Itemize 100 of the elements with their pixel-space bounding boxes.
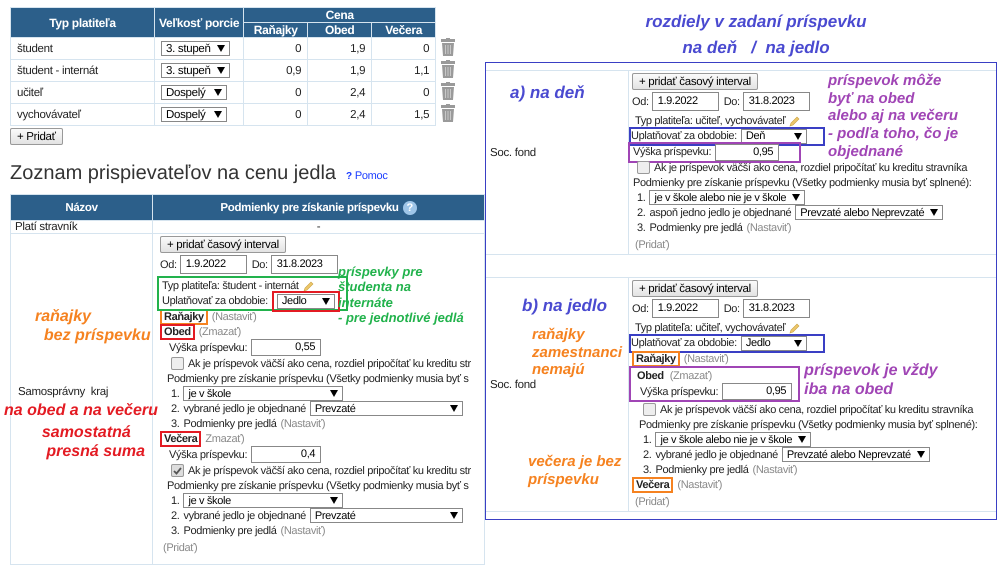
meal-action-link[interactable]: (Nastaviť)	[684, 352, 728, 364]
add-link[interactable]: (Pridať)	[635, 238, 670, 250]
condition-number: 3.	[637, 222, 646, 234]
amount-field[interactable]: 0,95	[715, 144, 780, 160]
set-link[interactable]: (Nastaviť)	[280, 524, 326, 536]
condition-number: 1.	[171, 388, 180, 400]
date-field[interactable]: 31.8.2023	[742, 92, 810, 111]
date-field[interactable]: 31.8.2023	[270, 255, 338, 274]
set-link[interactable]: (Nastaviť)	[752, 464, 798, 476]
meal-action-link[interactable]: (Nastaviť)	[677, 478, 722, 490]
dropdown[interactable]: je v škole alebo nie je v škole	[655, 432, 812, 447]
amount-field[interactable]: 0,95	[722, 383, 792, 400]
price-value: 2,4	[350, 108, 366, 120]
add-button[interactable]: + Pridať	[10, 128, 63, 145]
condition-label: vybrané jedlo je objednané	[183, 510, 306, 522]
date-field[interactable]: 1.9.2022	[180, 255, 247, 274]
trash-icon[interactable]	[441, 104, 456, 122]
dropdown[interactable]: Deň	[740, 128, 807, 144]
help-link[interactable]: Pomoc	[354, 170, 388, 182]
dropdown[interactable]: Prevzaté	[310, 508, 463, 523]
dropdown[interactable]: 3. stupeň	[161, 63, 230, 78]
dropdown[interactable]: Dospelý	[161, 85, 227, 100]
caret-icon	[216, 45, 225, 52]
dropdown[interactable]: je v škole	[183, 493, 344, 508]
dropdown[interactable]: je v škole	[183, 386, 344, 401]
price-value: 0	[295, 86, 302, 98]
to-label: Do:	[724, 96, 740, 108]
dropdown[interactable]: Prevzaté	[310, 401, 463, 416]
condition-number: 2.	[171, 402, 180, 414]
dropdown[interactable]: Jedlo	[740, 336, 807, 350]
date-field[interactable]: 1.9.2022	[652, 299, 719, 318]
add-link[interactable]: (Pridať)	[635, 496, 670, 508]
dropdown[interactable]: Jedlo	[276, 294, 335, 308]
pencil-icon[interactable]	[789, 114, 802, 126]
meal-action-link[interactable]: (Zmazať)	[198, 326, 241, 338]
column-header: Podmienky pre získanie príspevku	[220, 202, 399, 214]
caret-icon	[792, 194, 800, 201]
meal-action-link[interactable]: Zmazať)	[205, 432, 244, 444]
credit-option-label: Ak je príspevok väčší ako cena, rozdiel pripočítať ku kreditu stravníka	[660, 404, 974, 416]
price-value: 0	[423, 86, 430, 98]
checkbox[interactable]	[643, 403, 656, 416]
condition-label: Podmienky pre jedlá	[183, 418, 277, 430]
trash-icon[interactable]	[441, 38, 456, 56]
dropdown[interactable]: Dospelý	[161, 107, 227, 122]
from-label: Od:	[632, 302, 649, 314]
price-value: 0	[295, 42, 302, 54]
add-interval-button[interactable]: + pridať časový interval	[632, 73, 758, 90]
condition-number: 3.	[171, 418, 180, 430]
annotation-note: samostatná presná suma	[40, 424, 146, 462]
from-label: Od:	[632, 96, 649, 108]
payer-type-text: Typ platiteľa: učiteľ, vychovávateľ	[635, 114, 786, 126]
period-label: Uplatňovať za obdobie:	[162, 295, 268, 307]
contributor-name: Soc. fond	[490, 379, 536, 392]
help-mark[interactable]: ?	[346, 171, 352, 182]
condition-number: 2.	[643, 448, 652, 460]
condition-label: vybrané jedlo je objednané	[183, 402, 306, 414]
add-interval-button[interactable]: + pridať časový interval	[160, 236, 286, 253]
date-field[interactable]: 1.9.2022	[652, 92, 719, 111]
price-value: 1,9	[350, 64, 366, 76]
conditions-title: Podmienky pre získanie príspevku (Všetky podmienky musia byť s	[167, 480, 469, 492]
dropdown[interactable]: 3. stupeň	[161, 41, 230, 56]
credit-option-label: Ak je príspevok väčší ako cena, rozdiel pripočítať ku kreditu str	[188, 464, 471, 476]
amount-label: Výška príspevku:	[633, 146, 712, 158]
contributor-name: Soc. fond	[490, 147, 536, 160]
column-header: Typ platiteľa	[49, 16, 116, 30]
caret-icon	[330, 497, 338, 504]
trash-icon[interactable]	[441, 60, 456, 78]
price-value: 1,1	[414, 64, 430, 76]
trash-icon[interactable]	[441, 82, 456, 100]
amount-field[interactable]: 0,4	[251, 446, 322, 463]
caret-icon	[916, 451, 925, 458]
amount-label: Výška príspevku:	[169, 342, 248, 354]
meal-action-link[interactable]: (Nastaviť)	[212, 310, 256, 322]
checkbox[interactable]	[637, 161, 650, 174]
dropdown[interactable]: je v škole alebo nie je v škole	[649, 190, 806, 205]
payer-type-text: Typ platiteľa: študent - internát	[162, 280, 299, 292]
annotation-note: b) na jedlo	[522, 296, 607, 316]
annotation-note: na obed a na večeru	[4, 402, 158, 421]
checkbox[interactable]	[171, 464, 184, 477]
pencil-icon[interactable]	[302, 280, 315, 292]
period-label: Uplatňovať za obdobie:	[631, 130, 737, 142]
set-link[interactable]: (Nastaviť)	[746, 222, 792, 234]
amount-label: Výška príspevku:	[640, 386, 718, 398]
add-interval-button[interactable]: + pridať časový interval	[632, 280, 758, 297]
meal-name: Raňajky	[635, 352, 677, 364]
checkbox[interactable]	[171, 357, 184, 370]
annotation-note: príspevok môže byť na obed alebo aj na večeru - podľa toho, čo je objednané	[828, 72, 958, 160]
dropdown[interactable]: Prevzaté alebo Neprevzaté	[795, 205, 944, 220]
condition-number: 1.	[171, 494, 180, 506]
amount-field[interactable]: 0,55	[251, 339, 322, 356]
pencil-icon[interactable]	[789, 322, 802, 334]
set-link[interactable]: (Nastaviť)	[280, 418, 326, 430]
check-icon	[173, 466, 182, 474]
add-link[interactable]: (Pridať)	[163, 542, 198, 554]
date-field[interactable]: 31.8.2023	[742, 299, 810, 318]
meal-action-link[interactable]: (Zmazať)	[670, 370, 712, 382]
meal-name: Večera	[163, 432, 199, 444]
dropdown[interactable]: Prevzaté alebo Neprevzaté	[782, 447, 930, 462]
to-label: Do:	[252, 258, 268, 270]
condition-label: Podmienky pre jedlá	[655, 464, 749, 476]
